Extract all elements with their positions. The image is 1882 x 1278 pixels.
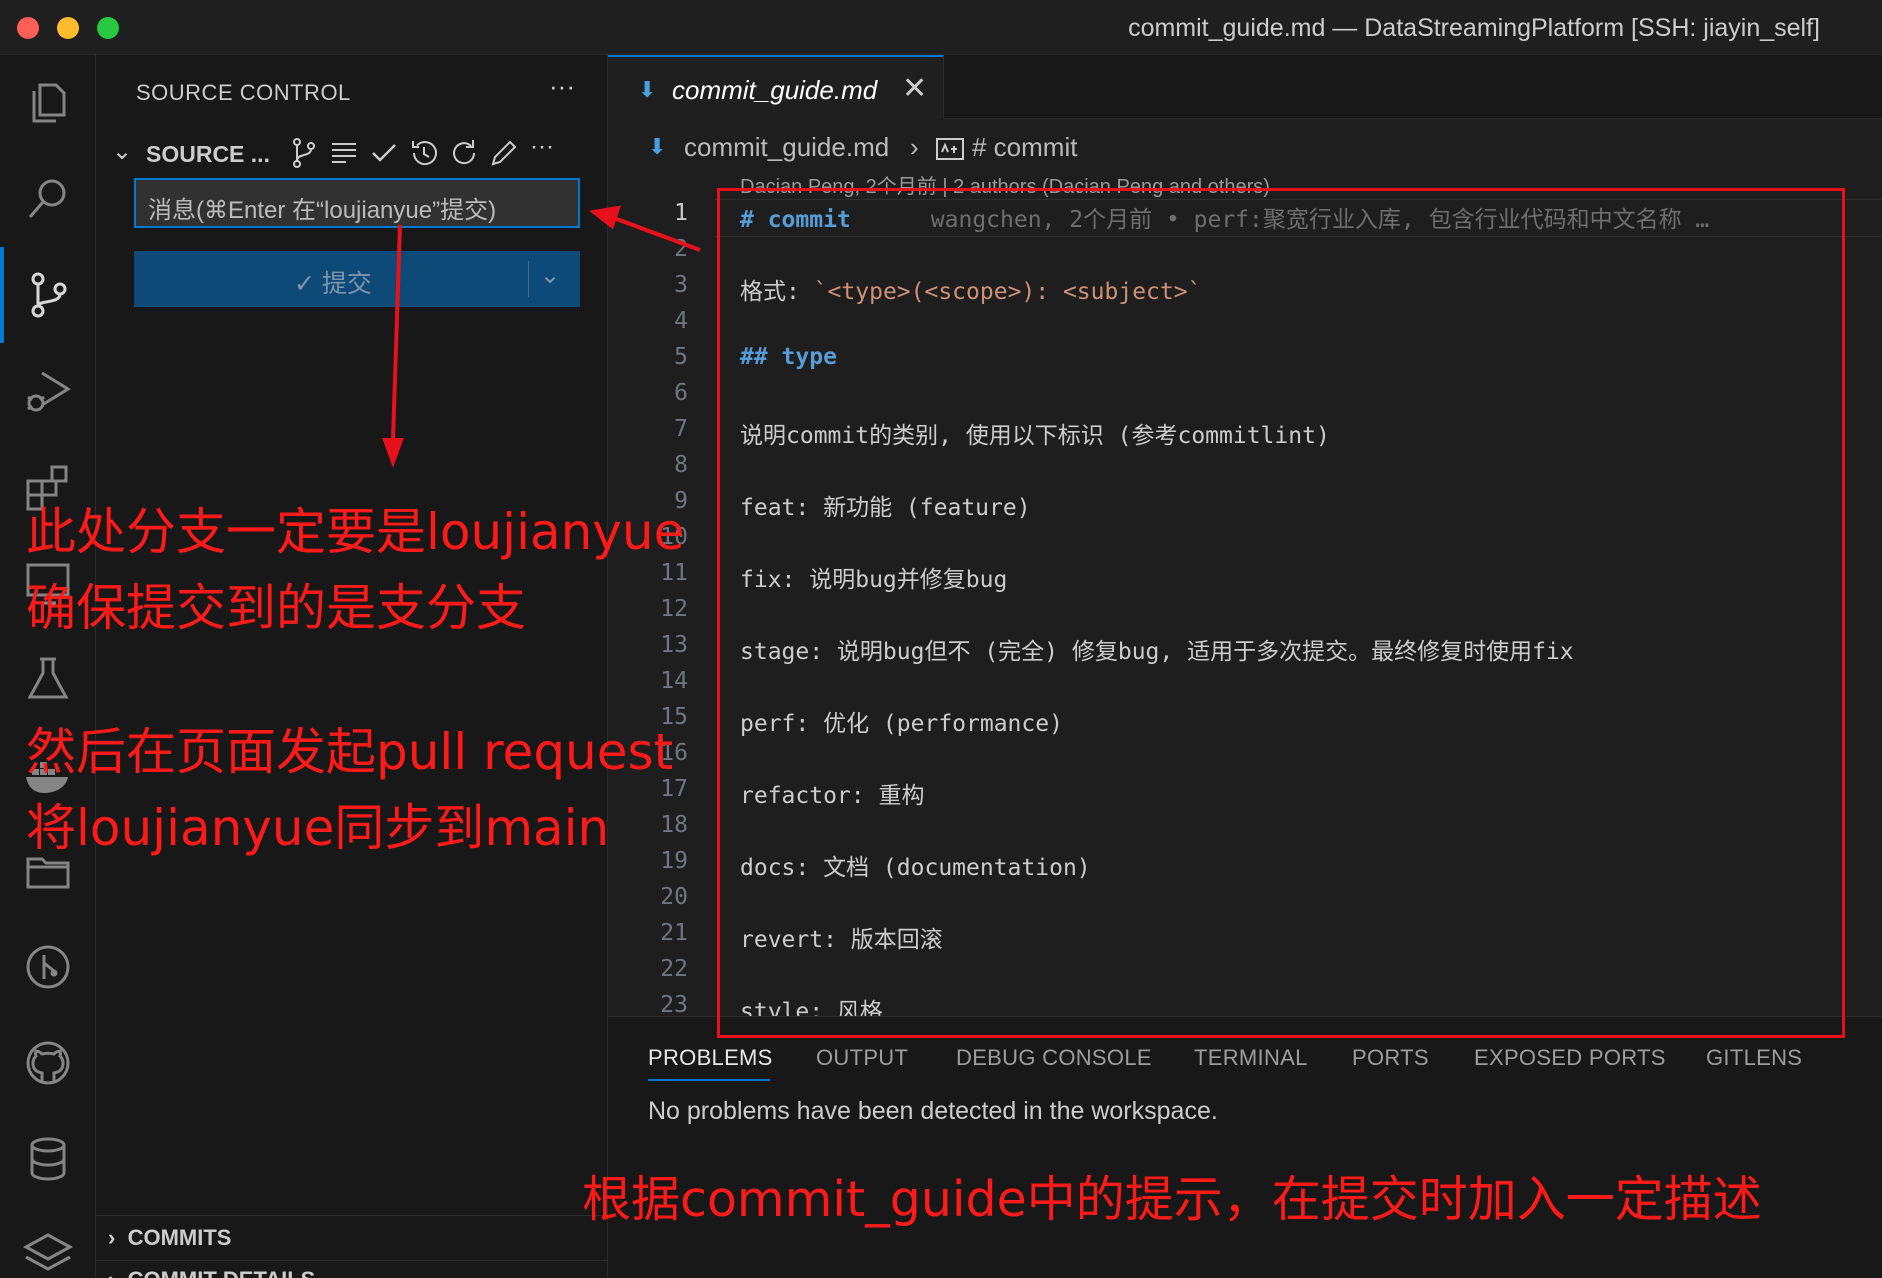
tab-gitlens[interactable]: GITLENS: [1706, 1045, 1802, 1071]
breadcrumb-file[interactable]: commit_guide.md: [684, 132, 889, 163]
line-number: 1: [674, 200, 688, 226]
commit-check-icon[interactable]: [364, 133, 404, 173]
refresh-icon[interactable]: [444, 133, 484, 173]
line-number: 6: [674, 380, 688, 406]
layers-icon[interactable]: [22, 1229, 74, 1278]
line-number: 22: [660, 956, 688, 982]
line-number: 5: [674, 344, 688, 370]
annotation-branch-note-2: 确保提交到的是支分支: [26, 579, 526, 637]
line-number: 21: [660, 920, 688, 946]
tab-ports[interactable]: PORTS: [1352, 1045, 1429, 1071]
source-control-sidebar: SOURCE CONTROL ··· ⌄ SOURCE ... ··· 消息(⌘…: [96, 55, 608, 1278]
commits-section-header[interactable]: › COMMITS: [108, 1225, 231, 1251]
heading-symbol-icon: [936, 136, 964, 167]
commit-details-section-header[interactable]: › COMMIT DETAILS: [108, 1267, 315, 1278]
annotation-guide-note: 根据commit_guide中的提示，在提交时加入一定描述: [582, 1171, 1762, 1228]
line-number: 2: [674, 236, 688, 262]
database-icon[interactable]: [22, 1133, 74, 1185]
source-section-label: SOURCE ...: [146, 141, 270, 167]
active-tab-underline: [648, 1079, 770, 1081]
markdown-file-icon: ⬇: [648, 134, 667, 159]
line-number: 20: [660, 884, 688, 910]
title-bar: commit_guide.md — DataStreamingPlatform …: [0, 0, 1882, 55]
tab-commit-guide[interactable]: ⬇ commit_guide.md ✕: [608, 55, 944, 119]
line-number: 14: [660, 668, 688, 694]
testing-icon[interactable]: [22, 653, 74, 705]
activity-bar: [0, 55, 96, 1278]
annotation-highlight-box: [717, 188, 1845, 1038]
commit-split-divider: [528, 261, 529, 297]
sidebar-divider: [96, 1260, 608, 1261]
minimize-window-button[interactable]: [57, 17, 79, 39]
branch-graph-icon[interactable]: [284, 133, 324, 173]
annotation-branch-note: 此处分支一定要是loujianyue: [26, 503, 685, 561]
source-section-header[interactable]: ⌄ SOURCE ... ···: [106, 133, 596, 173]
tab-output[interactable]: OUTPUT: [816, 1045, 908, 1071]
bottom-panel: PROBLEMS OUTPUT DEBUG CONSOLE TERMINAL P…: [608, 1016, 1882, 1278]
source-control-icon[interactable]: [22, 269, 74, 321]
tab-exposed-ports[interactable]: EXPOSED PORTS: [1474, 1045, 1666, 1071]
line-number: 4: [674, 308, 688, 334]
line-number: 12: [660, 596, 688, 622]
line-number: 18: [660, 812, 688, 838]
sidebar-more-button[interactable]: ···: [549, 71, 575, 102]
view-as-list-icon[interactable]: [324, 133, 364, 173]
annotation-pr-note: 然后在页面发起pull request: [26, 723, 674, 781]
history-icon[interactable]: [404, 133, 444, 173]
breadcrumb-symbol[interactable]: # commit: [972, 132, 1077, 163]
close-icon[interactable]: ✕: [902, 71, 927, 106]
section-more-label: ···: [530, 133, 554, 160]
line-number: 7: [674, 416, 688, 442]
line-number: 19: [660, 848, 688, 874]
commit-dropdown-button[interactable]: ⌄: [540, 261, 560, 290]
pencil-icon[interactable]: [484, 133, 524, 173]
github-icon[interactable]: [22, 1037, 74, 1089]
window-title: commit_guide.md — DataStreamingPlatform …: [1128, 14, 1820, 42]
problems-message: No problems have been detected in the wo…: [648, 1097, 1218, 1125]
line-number: 3: [674, 272, 688, 298]
explorer-icon[interactable]: [22, 77, 74, 129]
run-debug-icon[interactable]: [22, 365, 74, 417]
tab-label: commit_guide.md: [672, 75, 878, 105]
line-number: 8: [674, 452, 688, 478]
commit-button[interactable]: ✓ 提交 ⌄: [134, 251, 580, 307]
tab-debug-console[interactable]: DEBUG CONSOLE: [956, 1045, 1152, 1071]
tab-problems[interactable]: PROBLEMS: [648, 1045, 773, 1071]
sidebar-divider: [96, 1215, 608, 1216]
line-number: 13: [660, 632, 688, 658]
annotation-pr-note-2: 将loujianyue同步到main: [26, 799, 610, 857]
active-indicator: [0, 247, 4, 343]
breadcrumb: ⬇ commit_guide.md › # commit: [608, 128, 1882, 168]
tab-terminal[interactable]: TERMINAL: [1194, 1045, 1308, 1071]
commits-section-label: COMMITS: [127, 1225, 232, 1250]
line-number: 23: [660, 992, 688, 1018]
commit-button-label: ✓ 提交: [294, 270, 372, 298]
editor-tabs: ⬇ commit_guide.md ✕: [608, 55, 1882, 119]
maximize-window-button[interactable]: [97, 17, 119, 39]
section-more-button[interactable]: ···: [524, 133, 564, 173]
commit-details-section-label: COMMIT DETAILS: [128, 1267, 316, 1278]
chevron-right-icon: ›: [108, 1225, 128, 1250]
commit-message-input[interactable]: 消息(⌘Enter 在“loujianyue”提交): [134, 178, 580, 228]
sidebar-title: SOURCE CONTROL: [136, 80, 351, 105]
close-window-button[interactable]: [17, 17, 39, 39]
chevron-down-icon[interactable]: ⌄: [112, 137, 132, 166]
markdown-file-icon: ⬇: [638, 77, 657, 102]
breadcrumb-separator: ›: [910, 132, 919, 162]
search-icon[interactable]: [22, 173, 74, 225]
git-graph-icon[interactable]: [22, 941, 74, 993]
chevron-right-icon: ›: [108, 1267, 128, 1278]
